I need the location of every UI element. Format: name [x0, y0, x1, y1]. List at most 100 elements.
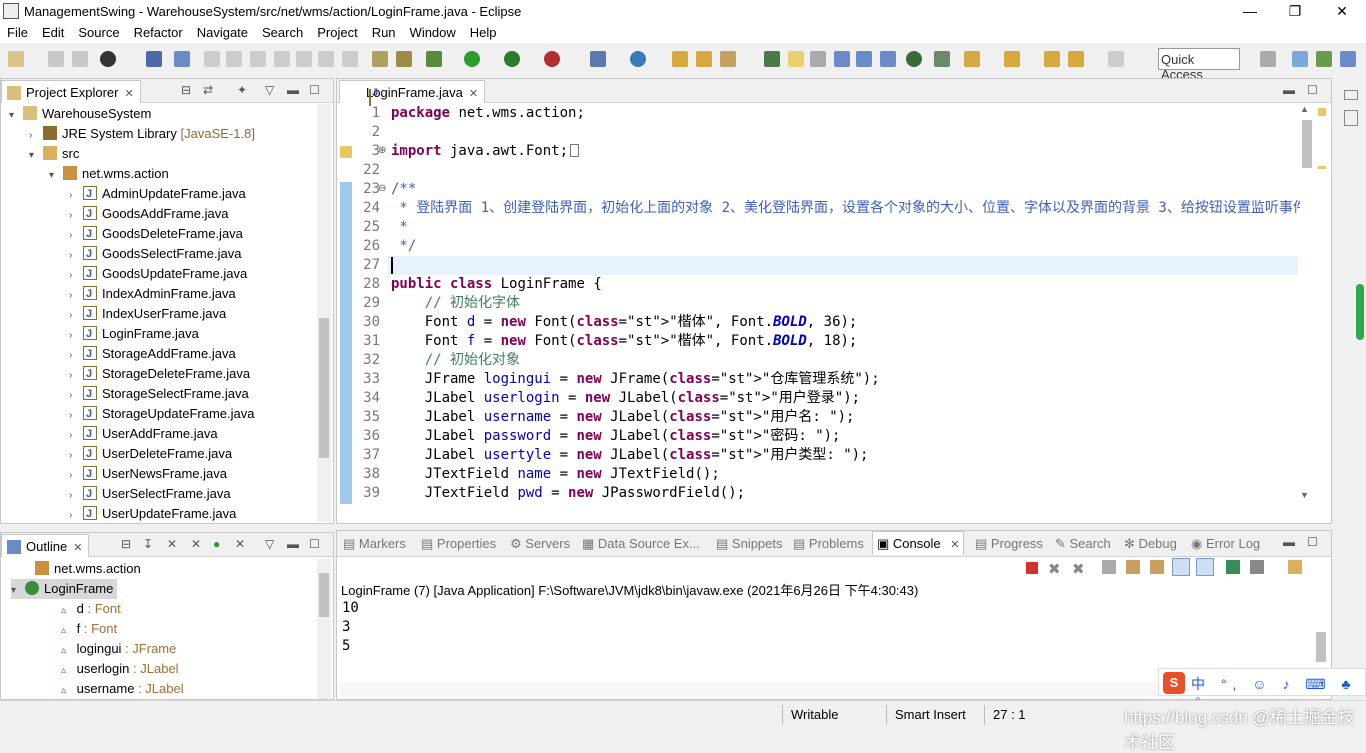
tab-project-explorer[interactable]: Project Explorer ✕: [1, 80, 141, 103]
tab-progress[interactable]: ▤ Progress: [975, 536, 1043, 552]
code-line[interactable]: 28 public class LoginFrame {: [352, 275, 602, 294]
tab-console[interactable]: ▣ Console ✕: [872, 531, 965, 555]
chevron-right-icon[interactable]: ›: [69, 226, 83, 246]
block-selection-icon[interactable]: [810, 51, 826, 67]
last-edit-icon[interactable]: [1044, 51, 1060, 67]
chevron-right-icon[interactable]: ›: [69, 326, 83, 346]
maximize-view-icon[interactable]: ☐: [1307, 535, 1318, 549]
chevron-down-icon[interactable]: ▾: [49, 166, 63, 186]
disconnect-icon[interactable]: [274, 51, 290, 67]
menu-window[interactable]: Window: [403, 22, 463, 40]
menu-help[interactable]: Help: [463, 22, 504, 40]
chevron-right-icon[interactable]: ›: [69, 346, 83, 366]
terminal-icon[interactable]: [146, 51, 162, 67]
maximize-view-icon[interactable]: ☐: [309, 537, 320, 551]
chevron-right-icon[interactable]: ›: [69, 506, 83, 526]
coverage-icon[interactable]: [504, 51, 520, 67]
tree-file[interactable]: › UserNewsFrame.java: [69, 464, 227, 484]
code-line[interactable]: 35 JLabel username = new JLabel(class="s…: [352, 408, 854, 427]
tree-file[interactable]: › IndexUserFrame.java: [69, 304, 226, 324]
close-icon[interactable]: ✕: [469, 88, 478, 100]
tree-file[interactable]: › StorageAddFrame.java: [69, 344, 236, 364]
suspend-icon[interactable]: [226, 51, 242, 67]
chevron-right-icon[interactable]: ›: [69, 466, 83, 486]
skip-breakpoints-icon[interactable]: [174, 51, 190, 67]
tree-file[interactable]: › UserSelectFrame.java: [69, 484, 231, 504]
chevron-right-icon[interactable]: ›: [69, 446, 83, 466]
tab-markers[interactable]: ▤ Markers: [343, 536, 406, 552]
outline-field[interactable]: ▵ logingui : JFrame: [61, 639, 176, 659]
sogou-icon[interactable]: S: [1163, 672, 1185, 694]
tab-properties[interactable]: ▤ Properties: [421, 536, 496, 552]
debug-icon[interactable]: [426, 51, 442, 67]
close-icon[interactable]: ✕: [73, 542, 82, 554]
save-all-icon[interactable]: [72, 51, 88, 67]
chevron-down-icon[interactable]: ▾: [11, 581, 25, 601]
tab-error-log[interactable]: ◉ Error Log: [1191, 536, 1260, 552]
new-icon[interactable]: [8, 51, 24, 67]
pin-console-icon[interactable]: [1226, 560, 1240, 574]
new-java-project-icon[interactable]: [590, 51, 606, 67]
view-menu-icon[interactable]: ▽: [265, 537, 274, 551]
code-line[interactable]: 23/**: [352, 180, 416, 199]
back-icon[interactable]: [1068, 51, 1084, 67]
task-list-icon[interactable]: [1344, 110, 1358, 126]
globe-icon[interactable]: [906, 51, 922, 67]
tree-file[interactable]: › GoodsDeleteFrame.java: [69, 224, 243, 244]
scroll-down-icon[interactable]: ▼: [1300, 490, 1309, 500]
resume-icon[interactable]: [204, 51, 220, 67]
menu-run[interactable]: Run: [365, 22, 403, 40]
annotation-icon[interactable]: [764, 51, 780, 67]
outline-field[interactable]: ▵ username : JLabel: [61, 679, 184, 699]
pin-editor-icon[interactable]: [934, 51, 950, 67]
code-line[interactable]: 24 * 登陆界面 1、创建登陆界面，初始化上面的对象 2、美化登陆界面，设置各…: [352, 199, 1307, 218]
chevron-right-icon[interactable]: ›: [69, 366, 83, 386]
code-line[interactable]: 29 // 初始化字体: [352, 294, 520, 313]
link-editor-icon[interactable]: ⇄: [203, 83, 213, 97]
code-line[interactable]: 39 JTextField pwd = new JPasswordField()…: [352, 484, 745, 503]
chevron-right-icon[interactable]: ›: [29, 126, 43, 146]
drop-to-frame-icon[interactable]: [372, 51, 388, 67]
code-line[interactable]: 33 JFrame logingui = new JFrame(class="s…: [352, 370, 880, 389]
menu-source[interactable]: Source: [71, 22, 126, 40]
collapse-all-icon[interactable]: ⊟: [181, 83, 191, 97]
open-console-icon[interactable]: [1288, 560, 1302, 574]
code-line[interactable]: 3 import java.awt.Font;: [352, 142, 580, 161]
tab-problems[interactable]: ▤ Problems: [793, 536, 864, 552]
outline-package[interactable]: net.wms.action: [35, 559, 141, 579]
editor-hscrollbar[interactable]: [340, 506, 1300, 520]
tree-file[interactable]: › LoginFrame.java: [69, 324, 199, 344]
tab-servers[interactable]: ⚙ Servers: [510, 536, 570, 552]
maximize-view-icon[interactable]: ☐: [309, 83, 320, 97]
show-whitespace-icon[interactable]: [880, 51, 896, 67]
tab-loginframe[interactable]: LoginFrame.java ✕: [339, 80, 486, 106]
chevron-right-icon[interactable]: ›: [69, 186, 83, 206]
tree-file[interactable]: › GoodsSelectFrame.java: [69, 244, 241, 264]
tree-file[interactable]: › StorageSelectFrame.java: [69, 384, 249, 404]
show-on-stdout-icon[interactable]: [1172, 558, 1190, 576]
menu-search[interactable]: Search: [255, 22, 310, 40]
filter-icon[interactable]: ✦: [237, 83, 247, 97]
external-tools-icon[interactable]: [544, 51, 560, 67]
chevron-down-icon[interactable]: ▾: [29, 146, 43, 166]
chevron-right-icon[interactable]: ›: [69, 286, 83, 306]
close-icon[interactable]: ✕: [950, 539, 959, 551]
folded-import-icon[interactable]: [570, 144, 580, 157]
scroll-thumb[interactable]: [1302, 120, 1312, 168]
chevron-right-icon[interactable]: ›: [69, 386, 83, 406]
code-line[interactable]: 26 */: [352, 237, 416, 256]
step-over-icon[interactable]: [318, 51, 334, 67]
mark-occurrences-icon[interactable]: [788, 51, 804, 67]
tab-snippets[interactable]: ▤ Snippets: [716, 536, 783, 552]
tab-data-source[interactable]: ▦ Data Source Ex...: [582, 536, 700, 552]
save-icon[interactable]: [48, 51, 64, 67]
code-line[interactable]: 27: [352, 256, 391, 275]
chevron-right-icon[interactable]: ›: [69, 406, 83, 426]
menu-refactor[interactable]: Refactor: [127, 22, 190, 40]
tab-outline[interactable]: Outline ✕: [1, 534, 90, 557]
explorer-scrollbar[interactable]: [317, 104, 331, 522]
outline-scrollbar[interactable]: [317, 559, 331, 699]
close-icon[interactable]: ✕: [124, 88, 133, 100]
chevron-right-icon[interactable]: ›: [69, 266, 83, 286]
code-line[interactable]: 30 Font d = new Font(class="st">"楷体", Fo…: [352, 313, 857, 332]
